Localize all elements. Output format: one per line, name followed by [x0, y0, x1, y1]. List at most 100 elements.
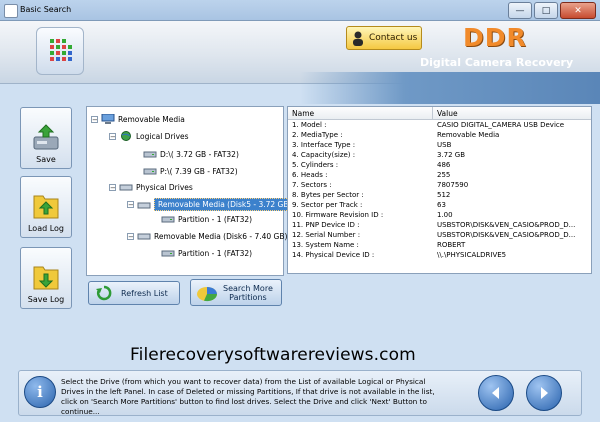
computer-icon — [101, 114, 115, 124]
property-row[interactable]: 8. Bytes per Sector : 512 — [288, 190, 591, 200]
property-row[interactable]: 3. Interface Type : USB — [288, 140, 591, 150]
watermark-text: Filerecoverysoftwarereviews.com — [130, 345, 416, 365]
collapse-icon[interactable]: − — [91, 115, 98, 123]
search-more-label: Search More Partitions — [223, 284, 273, 302]
collapse-icon[interactable]: − — [109, 183, 116, 191]
load-log-button[interactable]: Load Log — [20, 176, 72, 238]
person-icon — [353, 31, 363, 46]
property-value: 486 — [437, 161, 451, 169]
refresh-icon — [96, 285, 112, 301]
tree-node-root[interactable]: − Removable Media — [91, 114, 185, 124]
tree-physical-label: Physical Drives — [136, 182, 193, 192]
property-value: ROBERT — [437, 241, 466, 249]
partition-icon — [161, 250, 175, 257]
property-value: USBSTOR\DISK&VEN_CASIO&PROD_D... — [437, 231, 576, 239]
header-band — [300, 72, 600, 104]
product-name: Digital Camera Recovery — [420, 56, 574, 69]
column-header-name[interactable]: Name — [288, 107, 433, 119]
property-row[interactable]: 14. Physical Device ID : \\.\PHYSICALDRIV… — [288, 250, 591, 260]
property-row[interactable]: 9. Sector per Track : 63 — [288, 200, 591, 210]
refresh-list-button[interactable]: Refresh List — [88, 281, 180, 305]
column-header-value[interactable]: Value — [433, 107, 462, 119]
app-logo — [36, 27, 84, 75]
tree-root-label: Removable Media — [118, 114, 185, 124]
window-title: Basic Search — [20, 5, 72, 14]
property-row[interactable]: 6. Heads : 255 — [288, 170, 591, 180]
tree-disk6-label: Removable Media (Disk6 - 7.40 GB) — [154, 231, 288, 241]
tree-node-disk6-partition[interactable]: Partition - 1 (FAT32) — [161, 248, 252, 258]
save-label: Save — [36, 155, 56, 164]
pie-chart-icon — [197, 286, 218, 301]
property-name: 2. MediaType : — [292, 131, 343, 139]
contact-us-button[interactable]: Contact us — [346, 26, 422, 50]
property-value: 512 — [437, 191, 451, 199]
property-row[interactable]: 10. Firmware Revision ID : 1.00 — [288, 210, 591, 220]
tree-node-disk6[interactable]: − Removable Media (Disk6 - 7.40 GB) — [127, 231, 287, 241]
properties-header: Name Value — [288, 107, 591, 120]
properties-list[interactable]: Name Value 1. Model : CASIO DIGITAL_CAMER… — [287, 106, 592, 274]
maximize-icon: □ — [541, 5, 551, 16]
arrow-left-icon — [492, 387, 499, 399]
property-name: 13. System Name : — [292, 241, 359, 249]
property-row[interactable]: 2. MediaType : Removable Media — [288, 130, 591, 140]
tree-node-physical[interactable]: − Physical Drives — [109, 182, 193, 192]
property-name: 11. PNP Device ID : — [292, 221, 360, 229]
back-button[interactable] — [478, 375, 514, 411]
property-row[interactable]: 11. PNP Device ID : USBSTOR\DISK&VEN_CASI… — [288, 220, 591, 230]
property-row[interactable]: 12. Serial Number : USBSTOR\DISK&VEN_CASI… — [288, 230, 591, 240]
property-name: 14. Physical Device ID : — [292, 251, 375, 259]
save-log-label: Save Log — [27, 295, 65, 304]
drive-icon — [137, 202, 151, 208]
tree-drive-p-label: P:\( 7.39 GB - FAT32) — [160, 166, 238, 176]
property-row[interactable]: 4. Capacity(size) : 3.72 GB — [288, 150, 591, 160]
property-name: 9. Sector per Track : — [292, 201, 363, 209]
property-name: 12. Serial Number : — [292, 231, 361, 239]
property-value: USB — [437, 141, 452, 149]
close-button[interactable]: ✕ — [560, 2, 596, 19]
property-value: 7807590 — [437, 181, 469, 189]
collapse-icon[interactable]: − — [109, 132, 116, 140]
tree-node-drive-p[interactable]: P:\( 7.39 GB - FAT32) — [143, 166, 238, 176]
property-value: Removable Media — [437, 131, 500, 139]
window-controls: — □ ✕ — [506, 2, 596, 19]
load-log-label: Load Log — [27, 224, 65, 233]
drive-tree[interactable]: − Removable Media − Logical Drives D:\( … — [86, 106, 296, 276]
property-value: CASIO DIGITAL_CAMERA USB Device — [437, 121, 565, 129]
property-name: 8. Bytes per Sector : — [292, 191, 364, 199]
search-more-partitions-button[interactable]: Search More Partitions — [190, 279, 282, 306]
title-bar: Basic Search — □ ✕ — [0, 0, 600, 21]
property-row[interactable]: 13. System Name : ROBERT — [288, 240, 591, 250]
logo-icon — [50, 39, 72, 61]
tree-node-disk5[interactable]: − Removable Media (Disk5 - 3.72 GB) — [127, 198, 296, 211]
tree-disk5-label: Removable Media (Disk5 - 3.72 GB) — [154, 198, 296, 211]
tree-disk5-part-label: Partition - 1 (FAT32) — [178, 214, 253, 224]
save-log-button[interactable]: Save Log — [20, 247, 72, 309]
collapse-icon[interactable]: − — [127, 201, 134, 209]
save-button[interactable]: Save — [20, 107, 72, 169]
collapse-icon[interactable]: − — [127, 232, 134, 240]
next-button[interactable] — [526, 375, 562, 411]
property-name: 10. Firmware Revision ID : — [292, 211, 384, 219]
property-name: 5. Cylinders : — [292, 161, 339, 169]
maximize-button[interactable]: □ — [534, 2, 558, 19]
property-row[interactable]: 7. Sectors : 7807590 — [288, 180, 591, 190]
property-value: \\.\PHYSICALDRIVE5 — [437, 251, 507, 259]
refresh-list-label: Refresh List — [121, 288, 168, 298]
property-row[interactable]: 5. Cylinders : 486 — [288, 160, 591, 170]
property-value: 1.00 — [437, 211, 453, 219]
property-row[interactable]: 1. Model : CASIO DIGITAL_CAMERA USB Devic… — [288, 120, 591, 130]
close-icon: ✕ — [574, 5, 582, 16]
load-log-icon — [33, 195, 59, 219]
tree-node-disk5-partition[interactable]: Partition - 1 (FAT32) — [161, 214, 252, 224]
tree-node-logical[interactable]: − Logical Drives — [109, 131, 189, 141]
arrow-right-icon — [541, 387, 548, 399]
save-log-icon — [33, 266, 59, 290]
tree-node-drive-d[interactable]: D:\( 3.72 GB - FAT32) — [143, 149, 239, 159]
property-name: 3. Interface Type : — [292, 141, 356, 149]
property-value: 3.72 GB — [437, 151, 466, 159]
minimize-button[interactable]: — — [508, 2, 532, 19]
drive-icon — [143, 168, 157, 175]
tree-disk6-part-label: Partition - 1 (FAT32) — [178, 248, 253, 258]
property-name: 4. Capacity(size) : — [292, 151, 356, 159]
tree-logical-label: Logical Drives — [136, 131, 189, 141]
